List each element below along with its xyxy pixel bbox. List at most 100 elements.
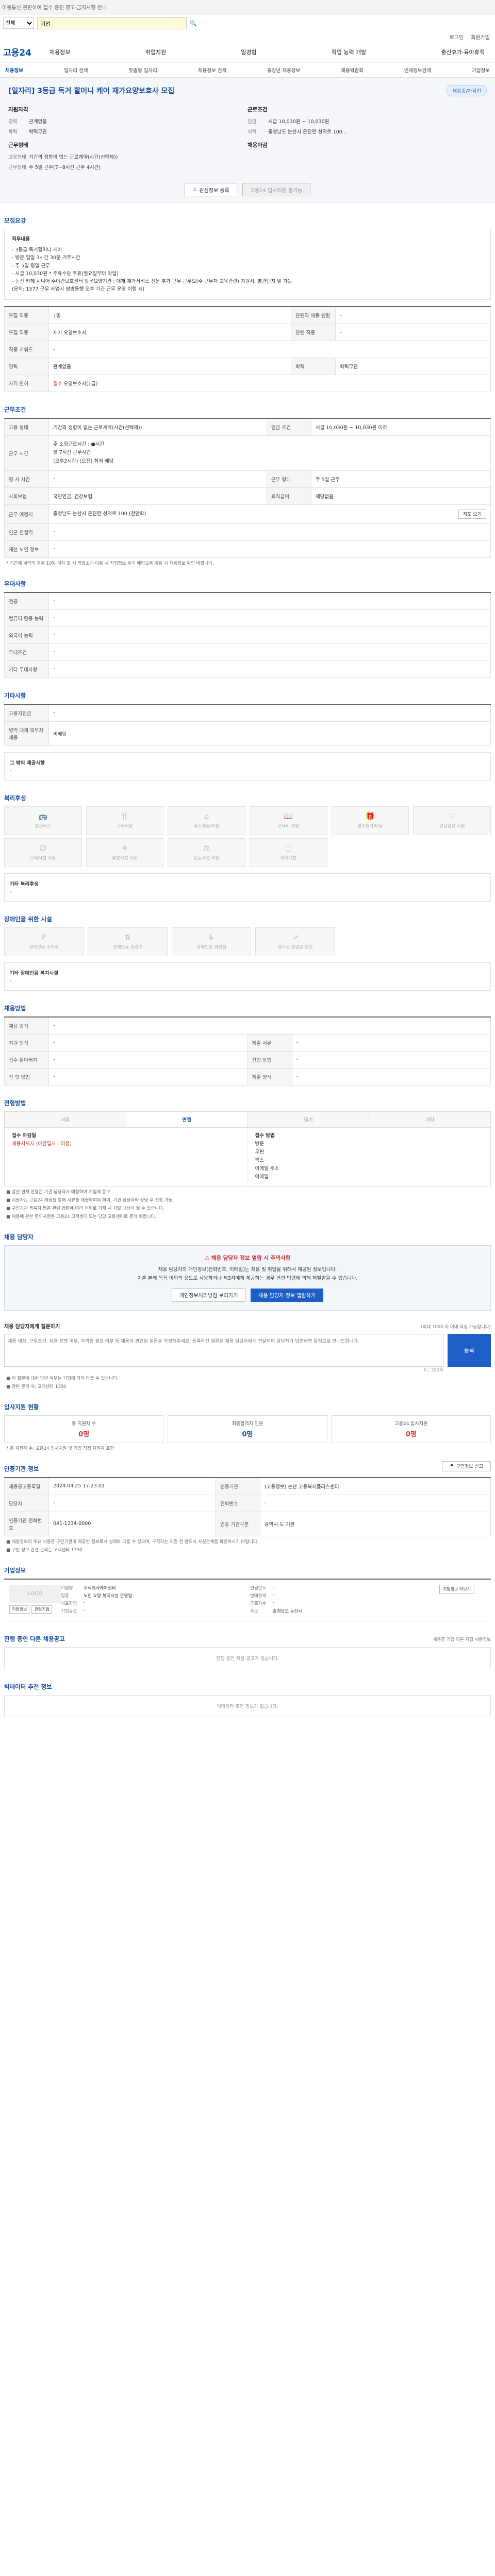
summary-value: 기간의 정함이 없는 근로계약(시간(선택제)) [29, 155, 118, 160]
tab-etc[interactable]: 기타 [369, 1111, 490, 1127]
table-key: 근무 시간 [4, 435, 49, 471]
table-key: 제출 양식 [247, 1067, 292, 1086]
warning-line: 채용 담당자의 개인정보(전화번호, 이메일)는 채용 및 취업을 위해서 제공… [158, 1266, 337, 1273]
gnb-item-work-experience[interactable]: 일경험 [241, 48, 256, 56]
gnb-item-parental-leave[interactable]: 출산휴가·육아휴직 [441, 48, 485, 56]
gnb-item-training[interactable]: 직업 능력 개발 [332, 48, 367, 56]
recommend-section: 빅데이터 추천 정보 빅데이터 추천 정보가 없습니다. [0, 1673, 495, 1717]
show-contact-button[interactable]: 채용 담당자 정보 열람하기 [251, 1288, 324, 1302]
info-key: 주소 [250, 1608, 258, 1614]
section-title: 빅데이터 추천 정보 [4, 1683, 52, 1690]
info-value: - [273, 1592, 275, 1598]
other-jobs-section: 진행 중인 다른 채용공고 채용중 기업 다른 지점 채용정보 진행 중인 채용… [0, 1625, 495, 1669]
table-value: 1명 [48, 306, 292, 325]
condition-note: * 기간제 계약의 경우 10일 이하 할 시 직업소개 이용 시 직업정보 주… [6, 561, 214, 566]
apply-button[interactable]: 고용24 입사지원 불가능 [242, 183, 310, 196]
table-value: - [48, 592, 491, 610]
summary-key: 임금 [248, 119, 257, 125]
signup-link[interactable]: 회원가입 [471, 33, 490, 41]
global-nav: 고용24 채용정보 취업지원 일경험 직업 능력 개발 출산휴가·육아휴직 [0, 42, 495, 62]
subnav-item-4[interactable]: 채용정보 검색 [198, 66, 226, 74]
car-icon: 🚌 [38, 812, 48, 821]
section-title: 입사지원 현황 [4, 1403, 39, 1411]
contact-warning-box: ⚠ 채용 담당자 정보 열람 시 주의사항 채용 담당자의 개인정보(전화번호,… [4, 1245, 491, 1311]
table-value: - [48, 626, 491, 644]
table-value: - [48, 470, 267, 488]
table-key: 학력 [291, 358, 336, 376]
tab-written[interactable]: 필기 [248, 1111, 370, 1127]
desc-line: - 시급 10,030원 * 주휴수당 주휴(월요일부터 작업) [12, 270, 119, 277]
company-more-button[interactable]: 기업정보 더보기 [439, 1584, 475, 1594]
login-link[interactable]: 로그인 [450, 33, 464, 41]
question-textarea[interactable] [4, 1333, 443, 1367]
subnav-item-7[interactable]: 인재정보검색 [404, 66, 431, 74]
welfare-item: ♡ 건강검진 지원 [413, 806, 491, 835]
warning-lead: ⚠ 채용 담당자 정보 열람 시 주의사항 [12, 1254, 483, 1262]
gnb-item-employment-support[interactable]: 취업지원 [145, 48, 166, 56]
privacy-policy-button[interactable]: 개인정보처리방침 보러가기 [171, 1288, 246, 1302]
detail-title: 접수 마감일 [12, 1132, 37, 1139]
subnav-item-1[interactable]: 채용정보 [5, 66, 23, 74]
box-value: - [10, 889, 12, 895]
detail-title: 접수 방법 [255, 1132, 275, 1139]
address-text: 충청남도 논산시 은진면 성덕로 100 (천안화) [53, 511, 146, 517]
report-button[interactable]: ⚑ 구인정보 신고 [442, 1461, 491, 1471]
site-logo[interactable]: 고용24 [3, 45, 50, 58]
license-name: 요양보호사(1급) [63, 381, 98, 387]
process-section: 채용방법 채용 방식 - 지원 형식 - 제출 서류 - 접수 할아버지 - 전형 방법 - … [0, 995, 495, 1086]
info-key: 기업명 [61, 1585, 73, 1591]
question-note: ■ 관련 문의 처: 고객센터 1350 [6, 1384, 67, 1389]
subnav-item-3[interactable]: 맞춤형 일자리 [128, 66, 157, 74]
table-key: 전 형 방법 [4, 1067, 49, 1086]
table-value: 광역시·도 기관 [259, 1511, 491, 1536]
search-input[interactable] [37, 17, 187, 29]
process-table: 채용 방식 - 지원 형식 - 제출 서류 - 접수 할아버지 - 전형 방법 - 전 형 방… [4, 1016, 491, 1086]
heart-icon: ♡ [449, 812, 455, 821]
summary-key: 지역 [248, 129, 257, 135]
table-key: 재산 노인 정보 [4, 540, 49, 558]
question-submit-button[interactable]: 등록 [448, 1333, 491, 1367]
desc-line: - 논산 카페 시니어 주야간보호센터 방문요양기관 : 대개 재가서비스 전문… [12, 278, 292, 284]
company-logo: LOGO [9, 1584, 61, 1603]
tab-documents[interactable]: 서류 [5, 1111, 126, 1127]
dumbbell-icon: ⚖ [203, 844, 210, 853]
tab-label: 서류 [60, 1117, 70, 1123]
table-key: 제출 서류 [247, 1033, 292, 1052]
info-key: 설립년도 [250, 1585, 267, 1591]
table-value: - [48, 643, 491, 661]
table-key: 전화번호 [215, 1494, 260, 1512]
parking-icon: P [42, 933, 46, 942]
welfare-item: ⚖ 운동시설 지원 [168, 838, 245, 867]
flag-icon: ⚑ [450, 1463, 454, 1469]
tab-interview[interactable]: 면접 [126, 1111, 248, 1127]
company-favorite-button[interactable]: 관심기업 [31, 1605, 52, 1614]
table-key: 직종 키워드 [4, 341, 49, 359]
subnav-item-8[interactable]: 기업정보 [472, 66, 490, 74]
table-key: 모집 직종 [4, 306, 49, 325]
facility-item: P 장애인용 주차장 [4, 927, 84, 956]
gnb-item-jobs[interactable]: 채용정보 [50, 48, 70, 56]
summary-key: 경력 [8, 119, 18, 125]
stat-total: 총 지원자 수 0명 [4, 1415, 164, 1443]
meta-table: 채용공고등록일 2024.04.25 17:23:01 인증기관 (고용정보) 논산 … [4, 1477, 491, 1536]
table-value: - [48, 1067, 248, 1086]
search-category-select[interactable]: 전체 [3, 18, 34, 29]
status-badge: 채용중/마감전 [447, 85, 487, 96]
table-value: - [48, 704, 491, 722]
subnav-item-6[interactable]: 채용박람회 [341, 66, 364, 74]
info-value: 충청남도 논산시 [273, 1608, 303, 1614]
section-title: 장애인을 위한 시설 [4, 915, 52, 923]
favorite-button[interactable]: ☆ 관심정보 등록 [185, 183, 237, 196]
table-key: 사회보험 [4, 487, 49, 505]
section-title: 기업정보 [4, 1566, 26, 1574]
meta-section: 인증기관 정보 ⚑ 구인정보 신고 채용공고등록일 2024.04.25 17:23… [0, 1455, 495, 1553]
table-value: - [48, 341, 491, 359]
facility-label: 경사로·출입문 보완 [277, 944, 313, 950]
search-icon[interactable]: 🔍 [190, 20, 197, 27]
book-icon: 📖 [284, 812, 293, 821]
company-info-button[interactable]: 기업정보 [9, 1605, 30, 1614]
subnav-item-5[interactable]: 중장년 채용정보 [267, 66, 300, 74]
map-button[interactable]: 지도 보기 [458, 509, 486, 519]
table-value: 충청남도 논산시 은진면 성덕로 100 (천안화) 지도 보기 [48, 504, 491, 524]
subnav-item-2[interactable]: 일자리 검색 [64, 66, 88, 74]
